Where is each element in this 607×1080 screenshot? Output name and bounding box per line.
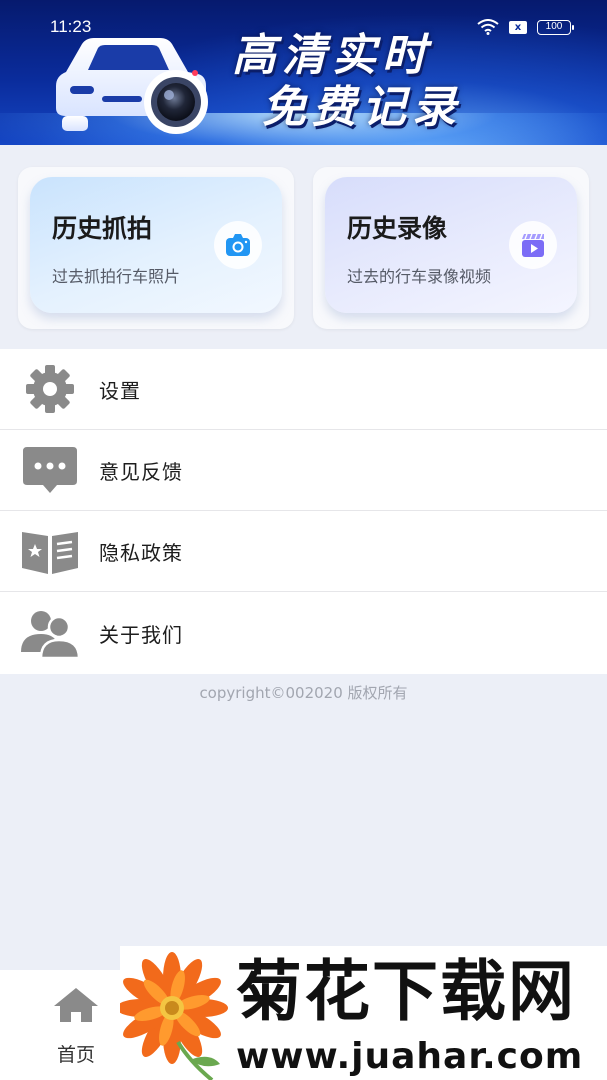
menu-item-feedback[interactable]: 意见反馈 bbox=[0, 430, 607, 511]
camera-icon bbox=[214, 221, 262, 269]
home-icon bbox=[54, 988, 98, 1022]
banner-slogan: 高清实时 免费记录 bbox=[232, 30, 562, 134]
watermark-site-name: 菊花下载网 bbox=[236, 953, 576, 1030]
menu-label: 设置 bbox=[99, 378, 141, 403]
history-photos-card[interactable]: 历史抓拍 过去抓拍行车照片 bbox=[18, 167, 294, 329]
copyright-text: copyright©002020 版权所有 bbox=[199, 684, 408, 702]
users-icon bbox=[19, 608, 81, 658]
settings-menu: 设置 意见反馈 隐私政策 关于我们 bbox=[0, 349, 607, 674]
history-videos-card[interactable]: 历史录像 过去的行车录像视频 bbox=[313, 167, 589, 329]
menu-label: 意见反馈 bbox=[99, 459, 183, 484]
open-book-icon bbox=[19, 526, 81, 576]
banner-slogan-line2: 免费记录 bbox=[262, 82, 462, 133]
gear-icon bbox=[19, 364, 81, 414]
watermark-url: www.juahar.com bbox=[236, 1036, 584, 1077]
feature-cards: 历史抓拍 过去抓拍行车照片 历史录像 过去的行车录像视频 bbox=[0, 145, 607, 349]
menu-label: 隐私政策 bbox=[99, 540, 183, 565]
card-title: 历史抓拍 bbox=[52, 214, 153, 243]
video-icon bbox=[509, 221, 557, 269]
watermark: 菊花下载网 www.juahar.com bbox=[120, 946, 607, 1080]
card-subtitle: 过去抓拍行车照片 bbox=[52, 267, 181, 286]
tab-home[interactable]: 首页 bbox=[40, 986, 112, 1066]
history-photos-card-inner[interactable]: 历史抓拍 过去抓拍行车照片 bbox=[30, 177, 282, 313]
banner-slogan-line1: 高清实时 bbox=[232, 30, 432, 81]
menu-item-about[interactable]: 关于我们 bbox=[0, 592, 607, 674]
header-banner: 11:23 x 100 高清实时 免费记录 bbox=[0, 0, 607, 145]
menu-label: 关于我们 bbox=[99, 622, 183, 647]
menu-item-settings[interactable]: 设置 bbox=[0, 349, 607, 430]
tab-home-label: 首页 bbox=[56, 1044, 95, 1066]
history-videos-card-inner[interactable]: 历史录像 过去的行车录像视频 bbox=[325, 177, 577, 313]
car-camera-logo bbox=[56, 38, 208, 134]
chat-bubble-icon bbox=[19, 445, 81, 495]
menu-item-privacy[interactable]: 隐私政策 bbox=[0, 511, 607, 592]
flower-logo bbox=[120, 952, 228, 1080]
card-title: 历史录像 bbox=[347, 214, 448, 243]
card-subtitle: 过去的行车录像视频 bbox=[347, 267, 492, 286]
